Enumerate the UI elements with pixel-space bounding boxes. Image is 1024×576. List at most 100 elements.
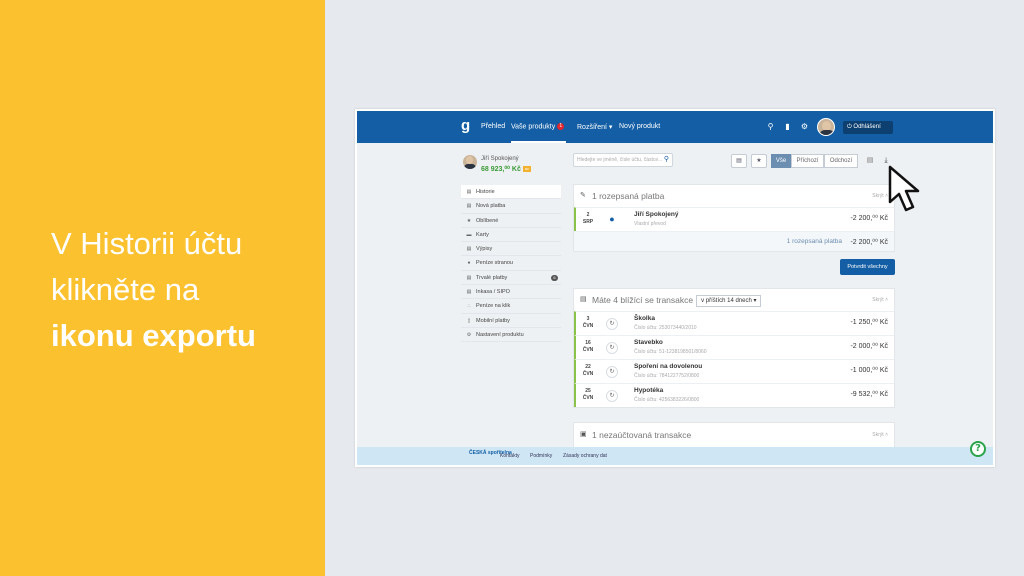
- favorites-filter-button[interactable]: ★: [751, 154, 767, 168]
- user-avatar[interactable]: [817, 118, 835, 136]
- filter-outgoing[interactable]: Odchozí: [824, 154, 858, 168]
- unposted-transactions-card: ▣ 1 nezaúčtovaná transakce Skrýt ˄: [573, 422, 895, 448]
- card-tag-icon: ▭: [522, 166, 531, 173]
- sidebar-item-label: Oblíbené: [476, 217, 499, 224]
- settings-icon[interactable]: ⚙: [800, 122, 809, 131]
- footer-link-privacy[interactable]: Zásady ochrany dat: [563, 453, 607, 459]
- slide-left-panel: V Historii účtu klikněte na ikonu export…: [0, 0, 325, 576]
- transaction-date: 25 ČVN: [580, 388, 596, 402]
- transaction-row[interactable]: 25 ČVN ↻ Hypotéka Číslo účtu: 4256383226/…: [574, 383, 894, 407]
- transaction-amount: -9 532,⁰⁰ Kč: [850, 391, 888, 398]
- upcoming-transactions-card: ▤ Máte 4 blížící se transakce v příštích 1…: [573, 288, 895, 408]
- transaction-date: 22 ČVN: [580, 364, 596, 378]
- avatar-suit: [819, 130, 834, 135]
- date-day: 25: [585, 388, 591, 394]
- standing-order-icon: ▤: [466, 274, 472, 281]
- pending-card-header[interactable]: ✎ 1 rozepsaná platba Skrýt ˄: [574, 185, 894, 207]
- nav-new-product[interactable]: Nový produkt: [619, 123, 660, 130]
- summary-amount: -2 200,⁰⁰ Kč: [850, 239, 888, 246]
- sidebar-item-label: Nastavení produktu: [476, 331, 524, 338]
- pending-payments-card: ✎ 1 rozepsaná platba Skrýt ˄ 2 SRP ● Jiří S…: [573, 184, 895, 252]
- filter-toggle-button[interactable]: ▤: [731, 154, 747, 168]
- logout-label: Odhlášení: [853, 124, 881, 130]
- transaction-subtitle: Číslo účtu: 7841227752/0800: [634, 373, 700, 379]
- sidebar-item-new-payment[interactable]: ▤ Nová platba: [461, 199, 561, 214]
- transaction-date: 16 ČVN: [580, 340, 596, 354]
- sidebar-item-standing-orders[interactable]: ▤ Trvalé platby 6: [461, 271, 561, 286]
- transaction-subtitle: Vlastní převod: [634, 221, 666, 227]
- slide-line-2: klikněte na: [51, 272, 200, 307]
- history-icon: ▤: [466, 189, 472, 195]
- sidebar-item-statements[interactable]: ▤ Výpisy: [461, 242, 561, 257]
- sidebar-item-label: Peníze na klik: [476, 303, 511, 310]
- profile-name: Jiří Spokojený: [481, 156, 519, 162]
- upcoming-card-header: ▤ Máte 4 blížící se transakce v příštích 1…: [574, 289, 894, 311]
- nav-your-products-label: Vaše produkty: [511, 123, 556, 131]
- confirm-all-button[interactable]: Potvrdit všechny: [840, 259, 895, 275]
- sidebar-item-click-loan[interactable]: ∴ Peníze na klik: [461, 299, 561, 314]
- print-icon[interactable]: ▤: [865, 156, 875, 166]
- search-input[interactable]: Hledejte ve jméně, čísle účtu, částce...…: [573, 153, 673, 167]
- transaction-amount: -2 000,⁰⁰ Kč: [850, 343, 888, 350]
- sidebar-item-history[interactable]: ▤ Historie: [461, 185, 561, 200]
- hide-toggle[interactable]: Skrýt ˄: [872, 423, 888, 447]
- sidebar-item-label: Peníze stranou: [476, 260, 513, 267]
- date-day: 2: [586, 212, 590, 218]
- date-day: 16: [585, 340, 591, 346]
- footer-link-terms[interactable]: Podmínky: [530, 453, 552, 459]
- pencil-icon: ✎: [580, 192, 586, 199]
- unposted-card-header[interactable]: ▣ 1 nezaúčtovaná transakce Skrýt ˄: [574, 423, 894, 447]
- account-balance: 68 923,⁰⁰ Kč ▭: [481, 165, 531, 173]
- transaction-row[interactable]: 3 ČVN ↻ Školka Číslo účtu: 253073440/2010…: [574, 311, 894, 335]
- sidebar-item-mobile-payments[interactable]: ▯ Mobilní platby: [461, 314, 561, 328]
- transaction-row[interactable]: 16 ČVN ↻ Stavebko Číslo účtu: 51-12381985…: [574, 335, 894, 359]
- star-icon: ★: [466, 217, 472, 224]
- recurring-icon: ↻: [606, 342, 618, 354]
- standing-orders-count: 6: [551, 274, 558, 281]
- date-month: SRP: [582, 219, 594, 225]
- sidebar-item-label: Nová platba: [476, 203, 506, 210]
- slide-instruction: V Historii účtu klikněte na ikonu export…: [51, 221, 256, 359]
- hide-label: Skrýt: [872, 193, 884, 199]
- help-icon[interactable]: ?: [970, 441, 986, 457]
- sidebar-item-label: Inkasa / SIPO: [476, 289, 510, 296]
- sidebar-item-favorites[interactable]: ★ Oblíbené: [461, 214, 561, 228]
- sidebar-item-label: Historie: [476, 189, 495, 195]
- piggy-icon: ●: [467, 260, 471, 267]
- transaction-row[interactable]: 22 ČVN ↻ Spoření na dovolenou Číslo účtu:…: [574, 359, 894, 383]
- mouse-pointer-icon: [888, 165, 920, 212]
- filter-incoming[interactable]: Příchozí: [791, 154, 824, 168]
- chat-icon[interactable]: ▮: [783, 122, 792, 131]
- period-select[interactable]: v příštích 14 dnech ▾: [696, 294, 762, 307]
- sidebar-item-savings[interactable]: ● Peníze stranou: [461, 256, 561, 271]
- sidebar-item-direct-debit[interactable]: ▤ Inkasa / SIPO: [461, 285, 561, 300]
- hide-toggle[interactable]: Skrýt ˄: [872, 289, 888, 311]
- card-icon: ▬: [466, 231, 472, 238]
- transaction-amount: -1 000,⁰⁰ Kč: [850, 367, 888, 374]
- transaction-date: 2 SRP: [580, 212, 596, 226]
- sidebar-item-cards[interactable]: ▬ Karty: [461, 228, 561, 243]
- logout-button[interactable]: ⏻ Odhlášení: [843, 121, 893, 134]
- nav-your-products[interactable]: Vaše produkty 1: [511, 123, 565, 131]
- transaction-subtitle: Číslo účtu: 51-1238198501/8060: [634, 349, 707, 355]
- profile-avatar-suit: [464, 164, 476, 169]
- mobile-icon: ▯: [467, 317, 471, 324]
- transaction-name: Stavebko: [634, 339, 663, 346]
- sidebar-item-label: Výpisy: [476, 246, 493, 253]
- piggy-bank-icon: ●: [609, 214, 615, 224]
- slide-line-3: ikonu exportu: [51, 318, 256, 353]
- footer-link-contacts[interactable]: Kontakty: [500, 453, 519, 459]
- transaction-row[interactable]: 2 SRP ● Jiří Spokojený Vlastní převod -2 …: [574, 207, 894, 231]
- hide-label: Skrýt: [872, 297, 884, 303]
- date-month: ČVN: [582, 347, 594, 353]
- george-logo[interactable]: g: [461, 117, 473, 135]
- date-month: ČVN: [582, 371, 594, 377]
- transaction-name: Spoření na dovolenou: [634, 363, 703, 370]
- sidebar-item-product-settings[interactable]: ⚙ Nastavení produktu: [461, 328, 561, 343]
- nav-overview[interactable]: Přehled: [481, 123, 505, 130]
- pending-summary: 1 rozepsaná platba -2 200,⁰⁰ Kč: [574, 231, 894, 251]
- search-icon[interactable]: ⚲: [766, 122, 775, 131]
- nav-extensions[interactable]: Rozšíření ▾: [577, 123, 612, 131]
- filter-all[interactable]: Vše: [771, 154, 791, 168]
- transaction-subtitle: Číslo účtu: 4256383226/0800: [634, 397, 700, 403]
